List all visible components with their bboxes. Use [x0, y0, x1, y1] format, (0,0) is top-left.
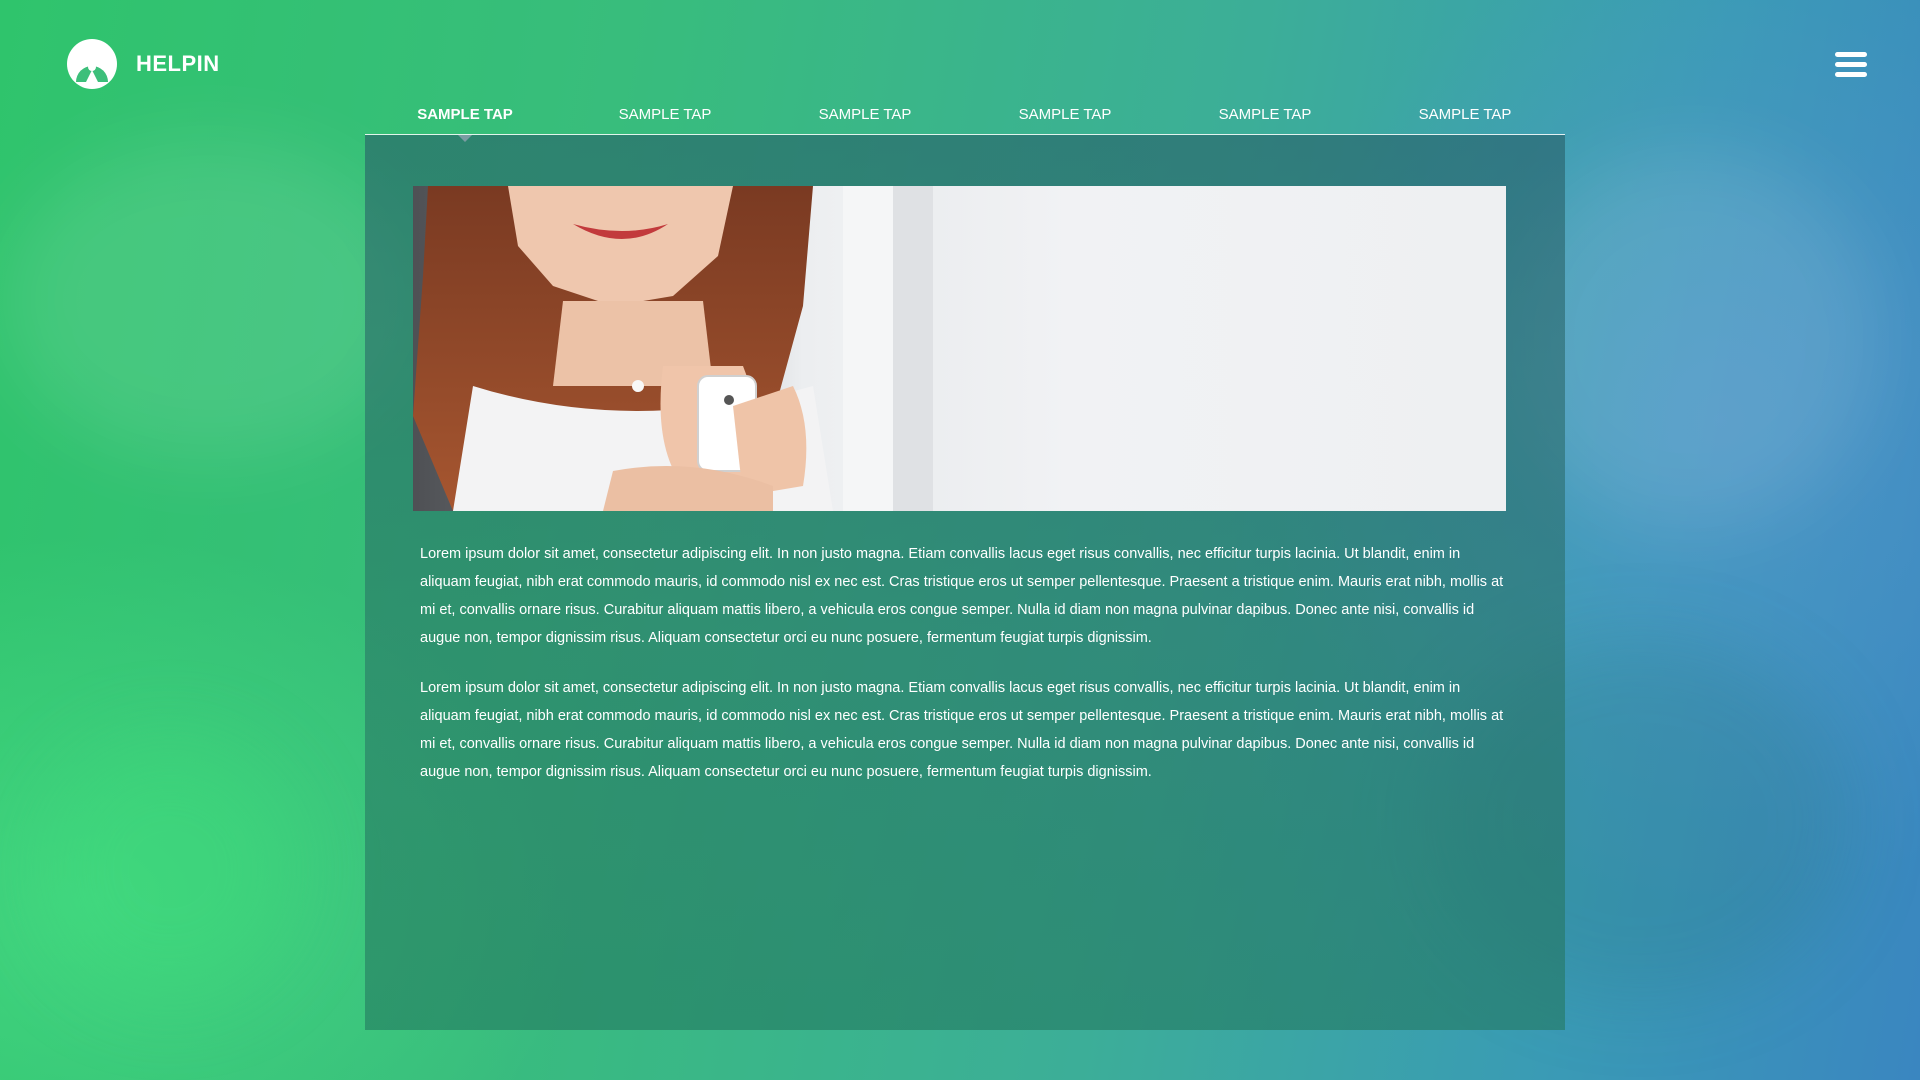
article-body: Lorem ipsum dolor sit amet, consectetur …: [420, 540, 1505, 808]
background-blur: [40, 740, 300, 1000]
brand-name: HELPIN: [136, 51, 220, 76]
tab-2[interactable]: SAMPLE TAP: [565, 98, 765, 134]
tab-6[interactable]: SAMPLE TAP: [1365, 98, 1565, 134]
content-panel: Lorem ipsum dolor sit amet, consectetur …: [365, 135, 1565, 1030]
tab-4[interactable]: SAMPLE TAP: [965, 98, 1165, 134]
tab-1[interactable]: SAMPLE TAP: [365, 98, 565, 142]
hero-image: [413, 186, 1506, 511]
hamburger-menu-icon[interactable]: [1835, 52, 1867, 78]
tab-bar: SAMPLE TAP SAMPLE TAP SAMPLE TAP SAMPLE …: [365, 98, 1565, 142]
tab-3[interactable]: SAMPLE TAP: [765, 98, 965, 134]
brand-logo[interactable]: HELPIN: [66, 38, 220, 90]
background-blur: [0, 140, 420, 460]
paragraph: Lorem ipsum dolor sit amet, consectetur …: [420, 680, 1504, 780]
tab-5[interactable]: SAMPLE TAP: [1165, 98, 1365, 134]
paragraph: Lorem ipsum dolor sit amet, consectetur …: [420, 546, 1504, 646]
helpin-logo-icon: [66, 38, 118, 90]
